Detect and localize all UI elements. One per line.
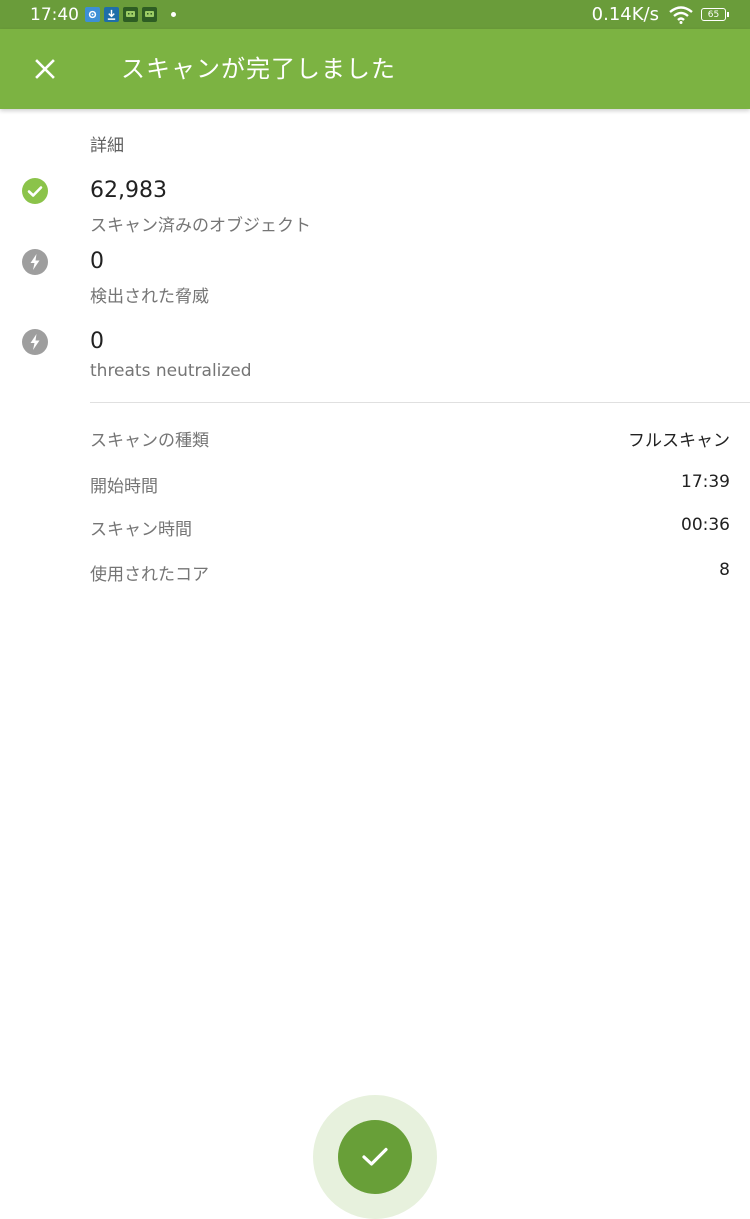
info-value: フルスキャン <box>628 431 730 451</box>
info-value: 8 <box>719 560 730 580</box>
info-key: スキャン時間 <box>90 520 192 540</box>
info-row-cores-used: 使用されたコア 8 <box>90 560 730 585</box>
app-icon <box>123 7 138 22</box>
divider <box>90 402 750 403</box>
battery-level: 65 <box>707 9 720 20</box>
status-bar-right: 0.14K/s 65 <box>591 4 729 25</box>
info-key: 開始時間 <box>90 477 158 497</box>
status-time: 17:40 <box>30 4 79 25</box>
info-row-scan-type: スキャンの種類 フルスキャン <box>90 426 730 451</box>
stat-label: threats neutralized <box>90 361 252 381</box>
download-icon <box>104 7 119 22</box>
close-button[interactable] <box>25 49 65 89</box>
stat-label: スキャン済みのオブジェクト <box>90 216 311 236</box>
status-bar: 17:40 0.14K/s 65 <box>0 0 750 29</box>
check-circle-icon <box>22 178 48 204</box>
battery-icon: 65 <box>701 8 729 21</box>
info-row-start-time: 開始時間 17:39 <box>90 472 730 497</box>
check-icon <box>362 1147 388 1166</box>
status-bar-left: 17:40 <box>30 5 176 25</box>
network-speed: 0.14K/s <box>591 4 659 25</box>
info-value: 00:36 <box>681 515 730 535</box>
stat-label: 検出された脅威 <box>90 287 209 307</box>
bolt-icon <box>22 249 48 275</box>
info-key: 使用されたコア <box>90 565 209 585</box>
close-icon <box>35 59 55 79</box>
info-value: 17:39 <box>681 472 730 492</box>
bolt-icon <box>22 329 48 355</box>
confirm-button[interactable] <box>338 1120 412 1194</box>
notification-dot <box>171 12 176 17</box>
info-key: スキャンの種類 <box>90 431 209 451</box>
details-section-label: 詳細 <box>90 136 124 156</box>
settings-icon <box>85 7 100 22</box>
app-bar: スキャンが完了しました <box>0 29 750 109</box>
wifi-icon <box>669 5 693 24</box>
page-title: スキャンが完了しました <box>121 55 396 83</box>
stat-value: 0 <box>90 329 104 354</box>
app-icon <box>142 7 157 22</box>
stat-value: 62,983 <box>90 178 167 203</box>
stat-value: 0 <box>90 249 104 274</box>
info-row-scan-duration: スキャン時間 00:36 <box>90 515 730 540</box>
